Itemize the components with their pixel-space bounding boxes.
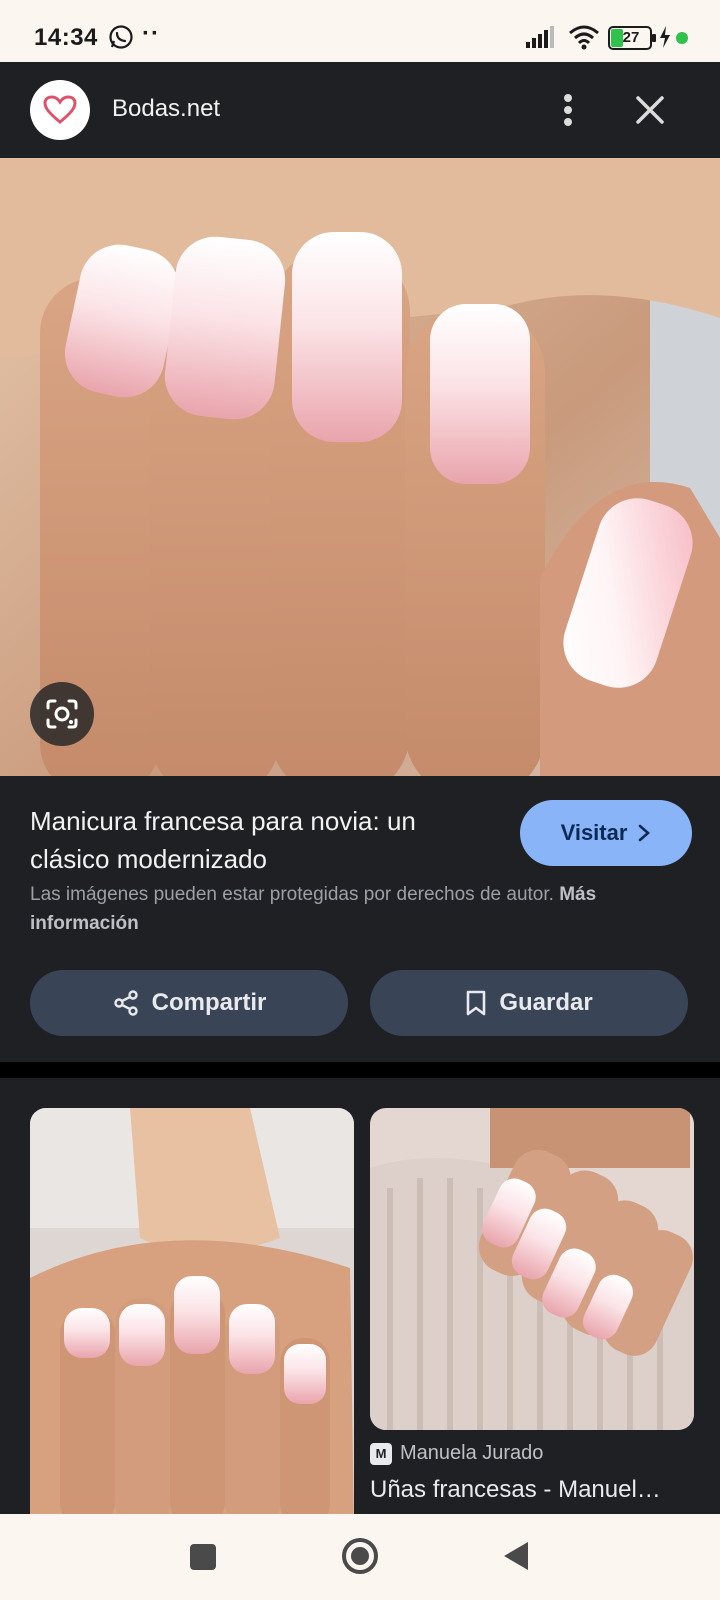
status-more-notifications: ·· bbox=[142, 20, 160, 47]
related-image-thumbnail bbox=[30, 1108, 354, 1528]
status-bar: 14:34 ·· 27 bbox=[0, 0, 720, 62]
result-info-panel: Manicura francesa para novia: un clásico… bbox=[0, 776, 720, 1062]
copyright-text: Las imágenes pueden estar protegidas por… bbox=[30, 884, 554, 905]
status-time: 14:34 bbox=[34, 24, 98, 51]
save-button-label: Guardar bbox=[499, 989, 593, 1016]
visit-button[interactable]: Visitar bbox=[520, 800, 692, 866]
signal-icon bbox=[526, 26, 554, 48]
share-icon bbox=[113, 990, 138, 1016]
site-name[interactable]: Bodas.net bbox=[112, 95, 220, 123]
share-button[interactable]: Compartir bbox=[30, 970, 348, 1036]
back-button[interactable] bbox=[502, 1540, 530, 1572]
more-options-icon[interactable] bbox=[548, 88, 588, 132]
battery-level: 27 bbox=[622, 29, 640, 46]
save-button[interactable]: Guardar bbox=[370, 970, 688, 1036]
whatsapp-icon bbox=[109, 25, 133, 49]
related-image-card[interactable] bbox=[30, 1108, 354, 1528]
source-favicon-icon: M bbox=[370, 1442, 392, 1465]
related-images: M Manuela Jurado Uñas francesas - Manuel… bbox=[0, 1078, 720, 1528]
manicure-photo bbox=[0, 158, 720, 776]
google-lens-button[interactable] bbox=[30, 682, 94, 746]
visit-button-label: Visitar bbox=[560, 820, 628, 845]
heart-icon bbox=[43, 95, 77, 124]
main-image[interactable] bbox=[0, 158, 720, 776]
site-avatar[interactable] bbox=[30, 80, 90, 140]
copyright-notice: Las imágenes pueden estar protegidas por… bbox=[30, 880, 694, 938]
system-nav-bar bbox=[0, 1514, 720, 1600]
related-image-thumbnail bbox=[370, 1108, 694, 1430]
close-icon[interactable] bbox=[630, 90, 670, 130]
section-divider bbox=[0, 1062, 720, 1078]
related-source: M Manuela Jurado bbox=[370, 1442, 543, 1465]
related-image-card[interactable] bbox=[370, 1108, 694, 1430]
wifi-icon bbox=[569, 25, 599, 50]
bookmark-icon bbox=[467, 990, 486, 1016]
lens-icon bbox=[46, 699, 78, 729]
related-title[interactable]: Uñas francesas - Manuel… bbox=[370, 1476, 700, 1504]
result-title[interactable]: Manicura francesa para novia: un clásico… bbox=[30, 802, 500, 878]
recents-button[interactable] bbox=[190, 1544, 216, 1570]
status-indicator-dot bbox=[676, 32, 688, 44]
related-source-name: Manuela Jurado bbox=[400, 1442, 544, 1464]
chevron-right-icon bbox=[639, 824, 651, 842]
charging-icon bbox=[660, 26, 670, 48]
share-button-label: Compartir bbox=[151, 989, 267, 1016]
home-button[interactable] bbox=[340, 1536, 380, 1576]
app-header: Bodas.net bbox=[0, 62, 720, 158]
screen: 14:34 ·· 27 Bodas.net Manicura francesa … bbox=[0, 0, 720, 1600]
